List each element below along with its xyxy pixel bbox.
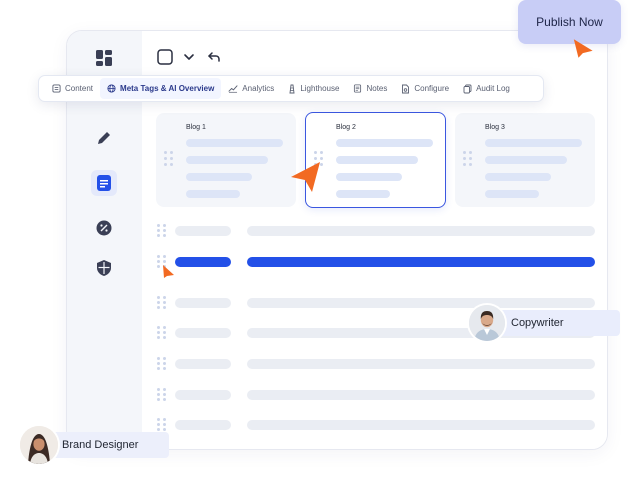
tab-lighthouse[interactable]: Lighthouse bbox=[281, 78, 346, 99]
cursor-arrow-icon bbox=[163, 265, 174, 278]
drag-handle-icon[interactable] bbox=[157, 388, 167, 402]
chevron-down-icon[interactable] bbox=[182, 50, 196, 64]
document-nav-icon[interactable] bbox=[91, 170, 117, 196]
document-icon bbox=[52, 84, 61, 93]
tab-label: Lighthouse bbox=[300, 84, 340, 93]
placeholder-line bbox=[175, 390, 231, 400]
tab-analytics[interactable]: Analytics bbox=[221, 78, 281, 99]
undo-icon[interactable] bbox=[206, 49, 222, 65]
placeholder-line bbox=[336, 139, 433, 147]
tab-label: Content bbox=[65, 84, 94, 93]
placeholder-line bbox=[485, 190, 539, 198]
trend-icon bbox=[228, 85, 238, 93]
placeholder-line bbox=[247, 298, 595, 308]
placeholder-line bbox=[247, 359, 595, 369]
discount-badge-icon[interactable] bbox=[91, 215, 117, 241]
placeholder-line bbox=[186, 156, 268, 164]
drag-handle-icon[interactable] bbox=[157, 357, 167, 371]
pen-icon[interactable] bbox=[91, 125, 117, 151]
placeholder-line bbox=[175, 328, 231, 338]
blog-title: Blog 1 bbox=[186, 124, 206, 131]
drag-handle-icon[interactable] bbox=[157, 296, 167, 310]
collaborator-chip-copywriter: Copywriter bbox=[486, 310, 620, 336]
blog-panel-1[interactable]: Blog 1 bbox=[156, 113, 296, 207]
placeholder-line bbox=[175, 226, 231, 236]
drag-handle-icon[interactable] bbox=[157, 418, 167, 432]
tab-label: Configure bbox=[414, 84, 450, 93]
tab-notes[interactable]: Notes bbox=[346, 78, 394, 99]
placeholder-line bbox=[186, 139, 283, 147]
collaborator-label: Copywriter bbox=[511, 317, 564, 329]
placeholder-line bbox=[247, 390, 595, 400]
globe-icon bbox=[107, 84, 116, 93]
placeholder-line bbox=[175, 359, 231, 369]
placeholder-line bbox=[175, 420, 231, 430]
tab-label: Notes bbox=[366, 84, 388, 93]
copy-icon bbox=[463, 84, 472, 93]
placeholder-line bbox=[336, 173, 402, 181]
placeholder-line bbox=[175, 298, 231, 308]
cursor-arrow-icon bbox=[291, 162, 320, 192]
tab-label: Analytics bbox=[242, 84, 275, 93]
publish-now-button[interactable]: Publish Now bbox=[518, 0, 621, 44]
placeholder-line bbox=[485, 156, 567, 164]
placeholder-line bbox=[485, 173, 551, 181]
placeholder-line bbox=[336, 190, 390, 198]
placeholder-line bbox=[485, 139, 582, 147]
tab-audit-log[interactable]: Audit Log bbox=[456, 78, 517, 99]
tab-content[interactable]: Content bbox=[45, 78, 100, 99]
placeholder-line bbox=[247, 420, 595, 430]
drag-handle-icon[interactable] bbox=[157, 224, 167, 238]
avatar-copywriter bbox=[469, 305, 505, 341]
file-cog-icon bbox=[402, 84, 410, 93]
avatar-brand-designer bbox=[20, 426, 58, 464]
highlight-line bbox=[247, 257, 595, 267]
highlight-line bbox=[175, 257, 231, 267]
blog-panel-2[interactable]: Blog 2 bbox=[305, 112, 446, 208]
placeholder-line bbox=[186, 190, 240, 198]
tab-meta-tags[interactable]: Meta Tags & AI Overview bbox=[100, 78, 222, 99]
blog-title: Blog 3 bbox=[485, 124, 505, 131]
lighthouse-icon bbox=[289, 84, 295, 93]
placeholder-line bbox=[186, 173, 252, 181]
cursor-arrow-icon bbox=[573, 39, 593, 58]
select-all-checkbox[interactable] bbox=[156, 48, 174, 66]
tab-label: Meta Tags & AI Overview bbox=[120, 84, 215, 93]
tab-configure[interactable]: Configure bbox=[394, 78, 456, 99]
placeholder-line bbox=[336, 156, 418, 164]
tab-label: Audit Log bbox=[476, 84, 510, 93]
drag-handle-icon[interactable] bbox=[164, 151, 176, 169]
dashboard-icon[interactable] bbox=[91, 45, 117, 71]
placeholder-line bbox=[247, 226, 595, 236]
collaborator-label: Brand Designer bbox=[62, 439, 139, 451]
drag-handle-icon[interactable] bbox=[157, 326, 167, 340]
tab-bar: Content Meta Tags & AI Overview Analytic… bbox=[38, 75, 544, 102]
notes-icon bbox=[354, 84, 362, 93]
drag-handle-icon[interactable] bbox=[463, 151, 475, 169]
shield-icon[interactable] bbox=[91, 255, 117, 281]
blog-panel-3[interactable]: Blog 3 bbox=[455, 113, 595, 207]
blog-title: Blog 2 bbox=[336, 124, 356, 131]
